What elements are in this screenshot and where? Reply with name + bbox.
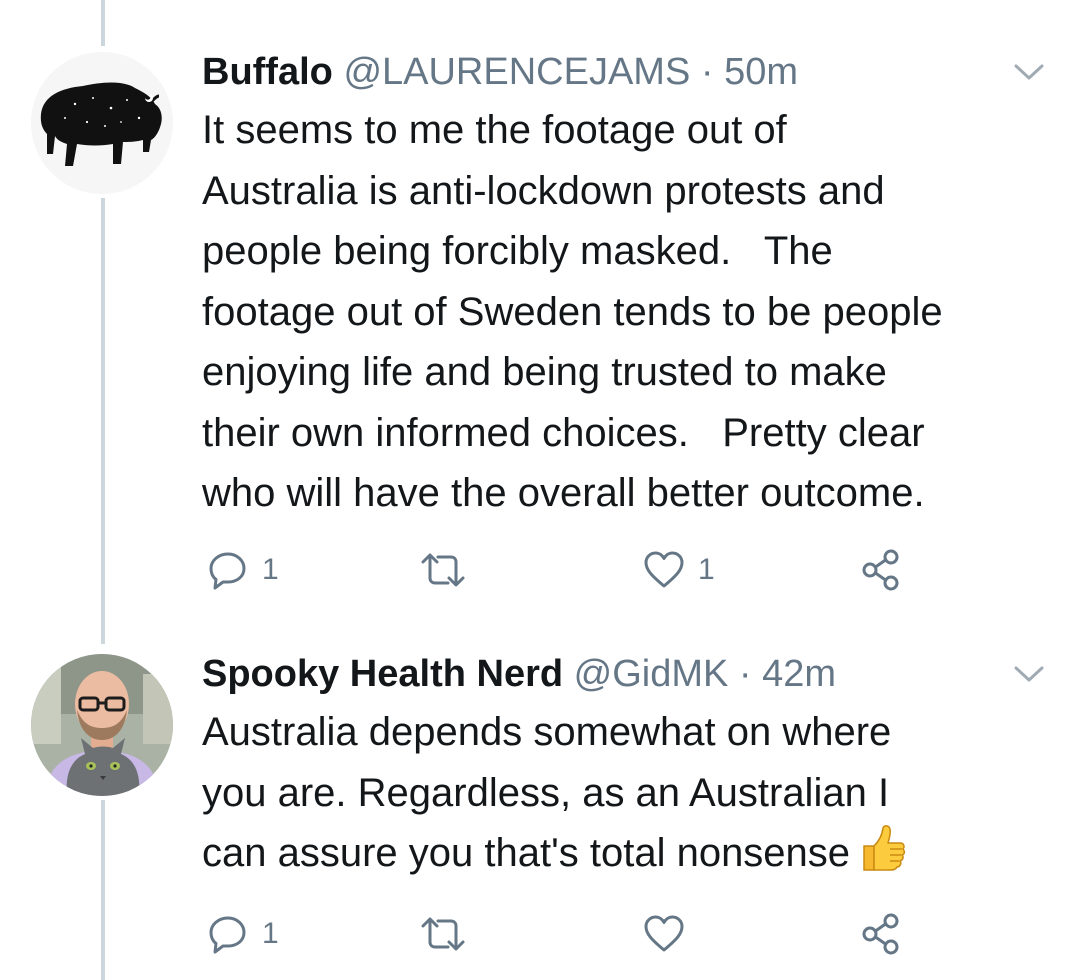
tweet-text: It seems to me the footage out of Austra… bbox=[202, 100, 1062, 524]
separator: · bbox=[700, 51, 714, 93]
chevron-down-icon[interactable] bbox=[1012, 60, 1046, 84]
tweet-text-line-content: can assure you that's total nonsense bbox=[202, 831, 851, 875]
timestamp[interactable]: 50m bbox=[724, 51, 798, 93]
tweet-text-line: can assure you that's total nonsense bbox=[202, 823, 1062, 892]
share-button[interactable] bbox=[860, 548, 904, 592]
heart-icon bbox=[644, 551, 684, 588]
tweet-text-line: you are. Regardless, as an Australian I bbox=[202, 770, 890, 815]
share-button[interactable] bbox=[860, 912, 904, 956]
tweet-text-line: It seems to me the footage out of bbox=[202, 108, 787, 152]
chevron-down-icon[interactable] bbox=[1012, 662, 1046, 686]
display-name[interactable]: Buffalo bbox=[202, 51, 333, 93]
display-name[interactable]: Spooky Health Nerd bbox=[202, 653, 563, 695]
handle[interactable]: @GidMK bbox=[574, 653, 729, 695]
separator: · bbox=[738, 653, 752, 695]
reply-count: 1 bbox=[262, 917, 279, 950]
tweet-text: Australia depends somewhat on where you … bbox=[202, 702, 1062, 892]
tweet-text-line: footage out of Sweden tends to be people bbox=[202, 289, 943, 334]
profile-photo-icon bbox=[31, 654, 173, 796]
retweet-button[interactable] bbox=[418, 912, 480, 956]
reply-button[interactable]: 1 bbox=[206, 548, 279, 592]
tweet-text-line: enjoying life and being trusted to make bbox=[202, 350, 887, 394]
share-icon bbox=[862, 549, 899, 591]
tweet-text-line: who will have the overall better outcome… bbox=[202, 471, 925, 515]
avatar-buffalo[interactable] bbox=[31, 52, 173, 194]
tweet-text-line: people being forcibly masked. The bbox=[202, 229, 833, 273]
thumbs-up-icon bbox=[860, 824, 906, 892]
tweet-2[interactable]: Spooky Health Nerd @GidMK · 42m Australi… bbox=[0, 630, 1080, 980]
reply-icon bbox=[209, 916, 246, 954]
retweet-icon bbox=[421, 553, 465, 587]
like-button[interactable]: 1 bbox=[642, 548, 715, 592]
tweet-header: Spooky Health Nerd @GidMK · 42m bbox=[202, 652, 836, 696]
retweet-icon bbox=[421, 917, 465, 951]
timestamp[interactable]: 42m bbox=[762, 653, 836, 695]
retweet-button[interactable] bbox=[418, 548, 480, 592]
like-button[interactable] bbox=[642, 912, 698, 956]
buffalo-icon bbox=[31, 52, 173, 194]
like-count: 1 bbox=[698, 553, 715, 586]
reply-button[interactable]: 1 bbox=[206, 912, 279, 956]
handle[interactable]: @LAURENCEJAMS bbox=[343, 51, 690, 93]
reply-icon bbox=[209, 552, 246, 590]
share-icon bbox=[862, 913, 899, 955]
reply-count: 1 bbox=[262, 553, 279, 586]
avatar-spooky-health-nerd[interactable] bbox=[31, 654, 173, 796]
heart-icon bbox=[644, 915, 684, 952]
tweet-header: Buffalo @LAURENCEJAMS · 50m bbox=[202, 50, 798, 94]
tweet-text-line: Australia is anti-lockdown protests and bbox=[202, 168, 885, 213]
tweet-text-line: Australia depends somewhat on where bbox=[202, 710, 892, 754]
tweet-text-line: their own informed choices. Pretty clear bbox=[202, 410, 925, 455]
tweet-1[interactable]: Buffalo @LAURENCEJAMS · 50m It seems to … bbox=[0, 0, 1080, 630]
